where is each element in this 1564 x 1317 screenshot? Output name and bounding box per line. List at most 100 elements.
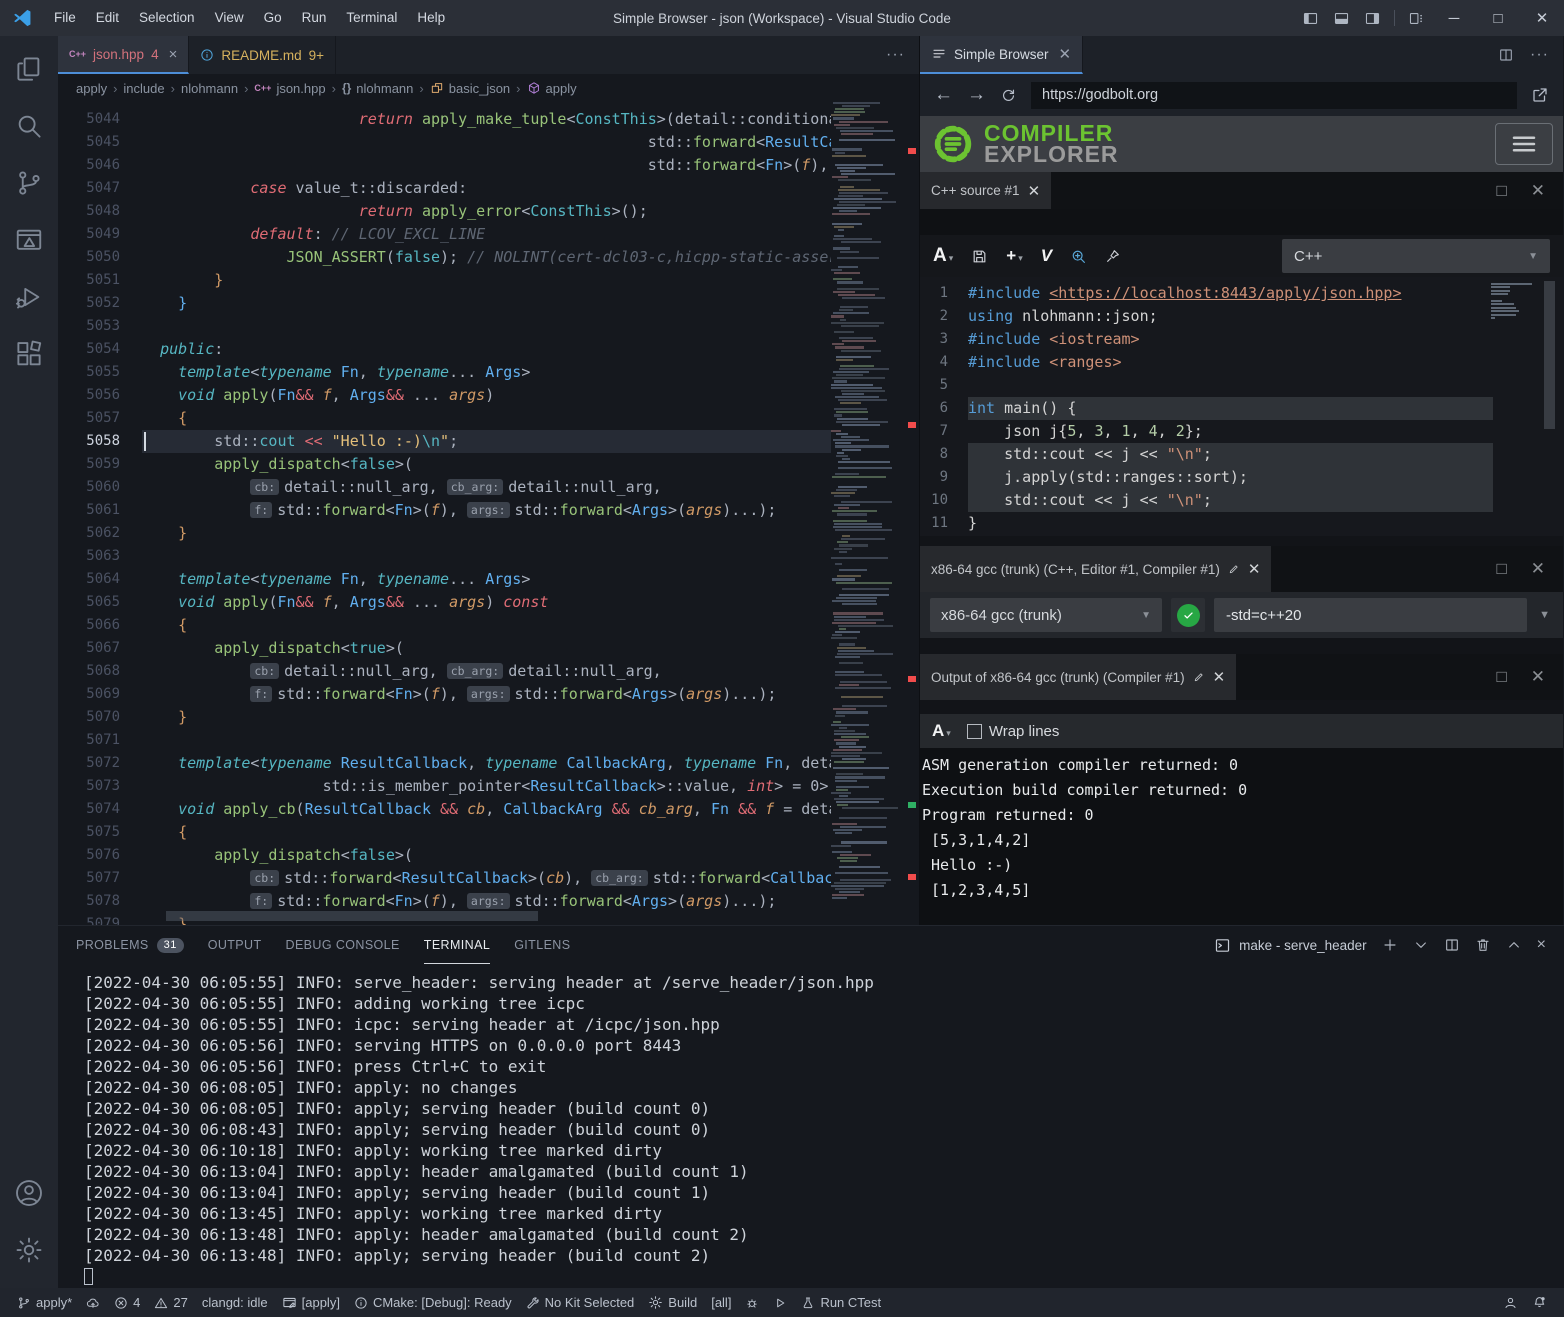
breadcrumb-item[interactable]: include bbox=[123, 81, 164, 96]
code-line[interactable]: 5078 f:std::forward<Fn>(f), args:std::fo… bbox=[58, 890, 831, 913]
code-line[interactable]: 5051 } bbox=[58, 269, 831, 292]
code-line[interactable]: 5063 bbox=[58, 545, 831, 568]
ce-code-line[interactable]: 1#include <https://localhost:8443/apply/… bbox=[920, 282, 1563, 305]
tab-gitlens[interactable]: GITLENS bbox=[514, 926, 570, 964]
ce-logo[interactable]: COMPILER EXPLORER bbox=[930, 121, 1119, 167]
font-size-button[interactable]: A▾ bbox=[932, 721, 951, 741]
ce-code-line[interactable]: 2using nlohmann::json; bbox=[920, 305, 1563, 328]
code-line[interactable]: 5054 public: bbox=[58, 338, 831, 361]
ce-code-line[interactable]: 5 bbox=[920, 374, 1563, 397]
code-line[interactable]: 5058 std::cout << "Hello :-)\n"; bbox=[58, 430, 831, 453]
code-line[interactable]: 5057 { bbox=[58, 407, 831, 430]
maximize-pane-icon[interactable]: □ bbox=[1496, 181, 1506, 201]
ce-source-editor[interactable]: 1#include <https://localhost:8443/apply/… bbox=[920, 277, 1563, 536]
ce-scrollbar[interactable] bbox=[1544, 281, 1555, 429]
new-terminal-icon[interactable] bbox=[1382, 937, 1398, 953]
code-line[interactable]: 5047 case value_t::discarded: bbox=[58, 177, 831, 200]
maximize-button[interactable]: □ bbox=[1476, 0, 1520, 36]
close-icon[interactable]: ✕ bbox=[1028, 182, 1041, 200]
problems-errors[interactable]: 4 bbox=[107, 1288, 147, 1317]
split-editor-icon[interactable] bbox=[1498, 47, 1514, 63]
close-panel-icon[interactable]: × bbox=[1537, 936, 1546, 954]
breadcrumb-item[interactable]: nlohmann bbox=[181, 81, 238, 96]
cmake-status[interactable]: CMake: [Debug]: Ready bbox=[347, 1288, 519, 1317]
url-input[interactable]: https://godbolt.org bbox=[1031, 82, 1517, 109]
explorer-icon[interactable] bbox=[5, 44, 53, 94]
compiler-options-input[interactable]: -std=c++20 bbox=[1214, 598, 1527, 632]
tab-json-hpp[interactable]: C++json.hpp4× bbox=[58, 36, 189, 74]
ce-code-line[interactable]: 7 json j{5, 3, 1, 4, 2}; bbox=[920, 420, 1563, 443]
code-line[interactable]: 5071 bbox=[58, 729, 831, 752]
code-line[interactable]: 5077 cb:std::forward<ResultCallback>(cb)… bbox=[58, 867, 831, 890]
code-line[interactable]: 5066 { bbox=[58, 614, 831, 637]
compiler-select[interactable]: x86-64 gcc (trunk) ▼ bbox=[930, 598, 1162, 632]
language-select[interactable]: C++ ▼ bbox=[1282, 239, 1550, 273]
code-line[interactable]: 5061 f:std::forward<Fn>(f), args:std::fo… bbox=[58, 499, 831, 522]
maximize-panel-icon[interactable] bbox=[1506, 937, 1522, 953]
edit-title-icon[interactable] bbox=[1228, 563, 1240, 575]
feedback[interactable] bbox=[1496, 1288, 1525, 1317]
search-icon[interactable] bbox=[5, 101, 53, 151]
git-branch[interactable]: apply* bbox=[10, 1288, 79, 1317]
terminal-dropdown-icon[interactable] bbox=[1413, 937, 1429, 953]
kill-terminal-icon[interactable] bbox=[1475, 937, 1491, 953]
ce-code-line[interactable]: 9 j.apply(std::ranges::sort); bbox=[920, 466, 1563, 489]
add-pane-button[interactable]: +▾ bbox=[1006, 246, 1022, 266]
code-line[interactable]: 5056 void apply(Fn&& f, Args&& ... args) bbox=[58, 384, 831, 407]
more-actions-icon[interactable]: ··· bbox=[1530, 46, 1549, 64]
maximize-pane-icon[interactable]: □ bbox=[1496, 559, 1506, 579]
toggle-secondary-sidebar-icon[interactable] bbox=[1357, 10, 1388, 27]
ce-code-line[interactable]: 10 std::cout << j << "\n"; bbox=[920, 489, 1563, 512]
code-line[interactable]: 5075 { bbox=[58, 821, 831, 844]
launch-button[interactable] bbox=[766, 1288, 794, 1317]
wrap-lines-checkbox[interactable]: Wrap lines bbox=[967, 723, 1060, 740]
ce-code-line[interactable]: 11} bbox=[920, 512, 1563, 535]
tab-debug-console[interactable]: DEBUG CONSOLE bbox=[286, 926, 400, 964]
tab-terminal[interactable]: TERMINAL bbox=[424, 926, 490, 964]
close-icon[interactable]: ✕ bbox=[1213, 668, 1226, 686]
menu-go[interactable]: Go bbox=[254, 0, 292, 36]
code-line[interactable]: 5052 } bbox=[58, 292, 831, 315]
code-line[interactable]: 5060 cb:detail::null_arg, cb_arg:detail:… bbox=[58, 476, 831, 499]
toggle-panel-icon[interactable] bbox=[1326, 10, 1357, 27]
forward-icon[interactable]: → bbox=[967, 84, 986, 106]
close-button[interactable]: ✕ bbox=[1520, 0, 1564, 36]
publish-changes[interactable] bbox=[79, 1288, 107, 1317]
menu-run[interactable]: Run bbox=[292, 0, 337, 36]
close-icon[interactable]: ✕ bbox=[1248, 560, 1261, 578]
breadcrumb-item[interactable]: basic_json bbox=[430, 81, 510, 96]
zoom-icon[interactable] bbox=[1070, 248, 1087, 265]
ce-code-line[interactable]: 8 std::cout << j << "\n"; bbox=[920, 443, 1563, 466]
notifications[interactable] bbox=[1525, 1288, 1554, 1317]
code-line[interactable]: 5067 apply_dispatch<true>( bbox=[58, 637, 831, 660]
code-line[interactable]: 5062 } bbox=[58, 522, 831, 545]
breadcrumb-item[interactable]: apply bbox=[76, 81, 107, 96]
terminal-instance[interactable]: make - serve_header bbox=[1214, 937, 1367, 954]
code-editor[interactable]: 5044 return apply_make_tuple<ConstThis>(… bbox=[58, 102, 919, 925]
code-line[interactable]: 5069 f:std::forward<Fn>(f), args:std::fo… bbox=[58, 683, 831, 706]
code-line[interactable]: 5044 return apply_make_tuple<ConstThis>(… bbox=[58, 108, 831, 131]
extensions-icon[interactable] bbox=[5, 329, 53, 379]
build-button[interactable]: Build bbox=[641, 1288, 704, 1317]
save-icon[interactable] bbox=[971, 248, 988, 265]
libraries-dropdown-icon[interactable]: ▼ bbox=[1536, 609, 1553, 621]
pin-icon[interactable] bbox=[1105, 248, 1121, 264]
customize-layout-icon[interactable] bbox=[1401, 10, 1432, 27]
breadcrumb-item[interactable]: {}nlohmann bbox=[342, 81, 413, 96]
terminal-output[interactable]: [2022-04-30 06:05:55] INFO: serve_header… bbox=[58, 964, 1564, 1288]
back-icon[interactable]: ← bbox=[934, 84, 953, 106]
problems-warnings[interactable]: 27 bbox=[147, 1288, 194, 1317]
vim-mode-icon[interactable]: V bbox=[1041, 246, 1052, 266]
code-line[interactable]: 5065 void apply(Fn&& f, Args&& ... args)… bbox=[58, 591, 831, 614]
split-terminal-icon[interactable] bbox=[1444, 937, 1460, 953]
account-icon[interactable] bbox=[5, 1168, 53, 1218]
close-pane-icon[interactable]: ✕ bbox=[1531, 667, 1545, 687]
close-tab-icon[interactable]: × bbox=[169, 46, 178, 63]
code-line[interactable]: 5064 template<typename Fn, typename... A… bbox=[58, 568, 831, 591]
code-line[interactable]: 5074 void apply_cb(ResultCallback && cb,… bbox=[58, 798, 831, 821]
menu-edit[interactable]: Edit bbox=[86, 0, 129, 36]
menu-help[interactable]: Help bbox=[407, 0, 455, 36]
tab-simple-browser[interactable]: Simple Browser ✕ bbox=[920, 36, 1083, 74]
minimize-button[interactable]: ─ bbox=[1432, 0, 1476, 36]
close-tab-icon[interactable]: ✕ bbox=[1059, 45, 1072, 63]
